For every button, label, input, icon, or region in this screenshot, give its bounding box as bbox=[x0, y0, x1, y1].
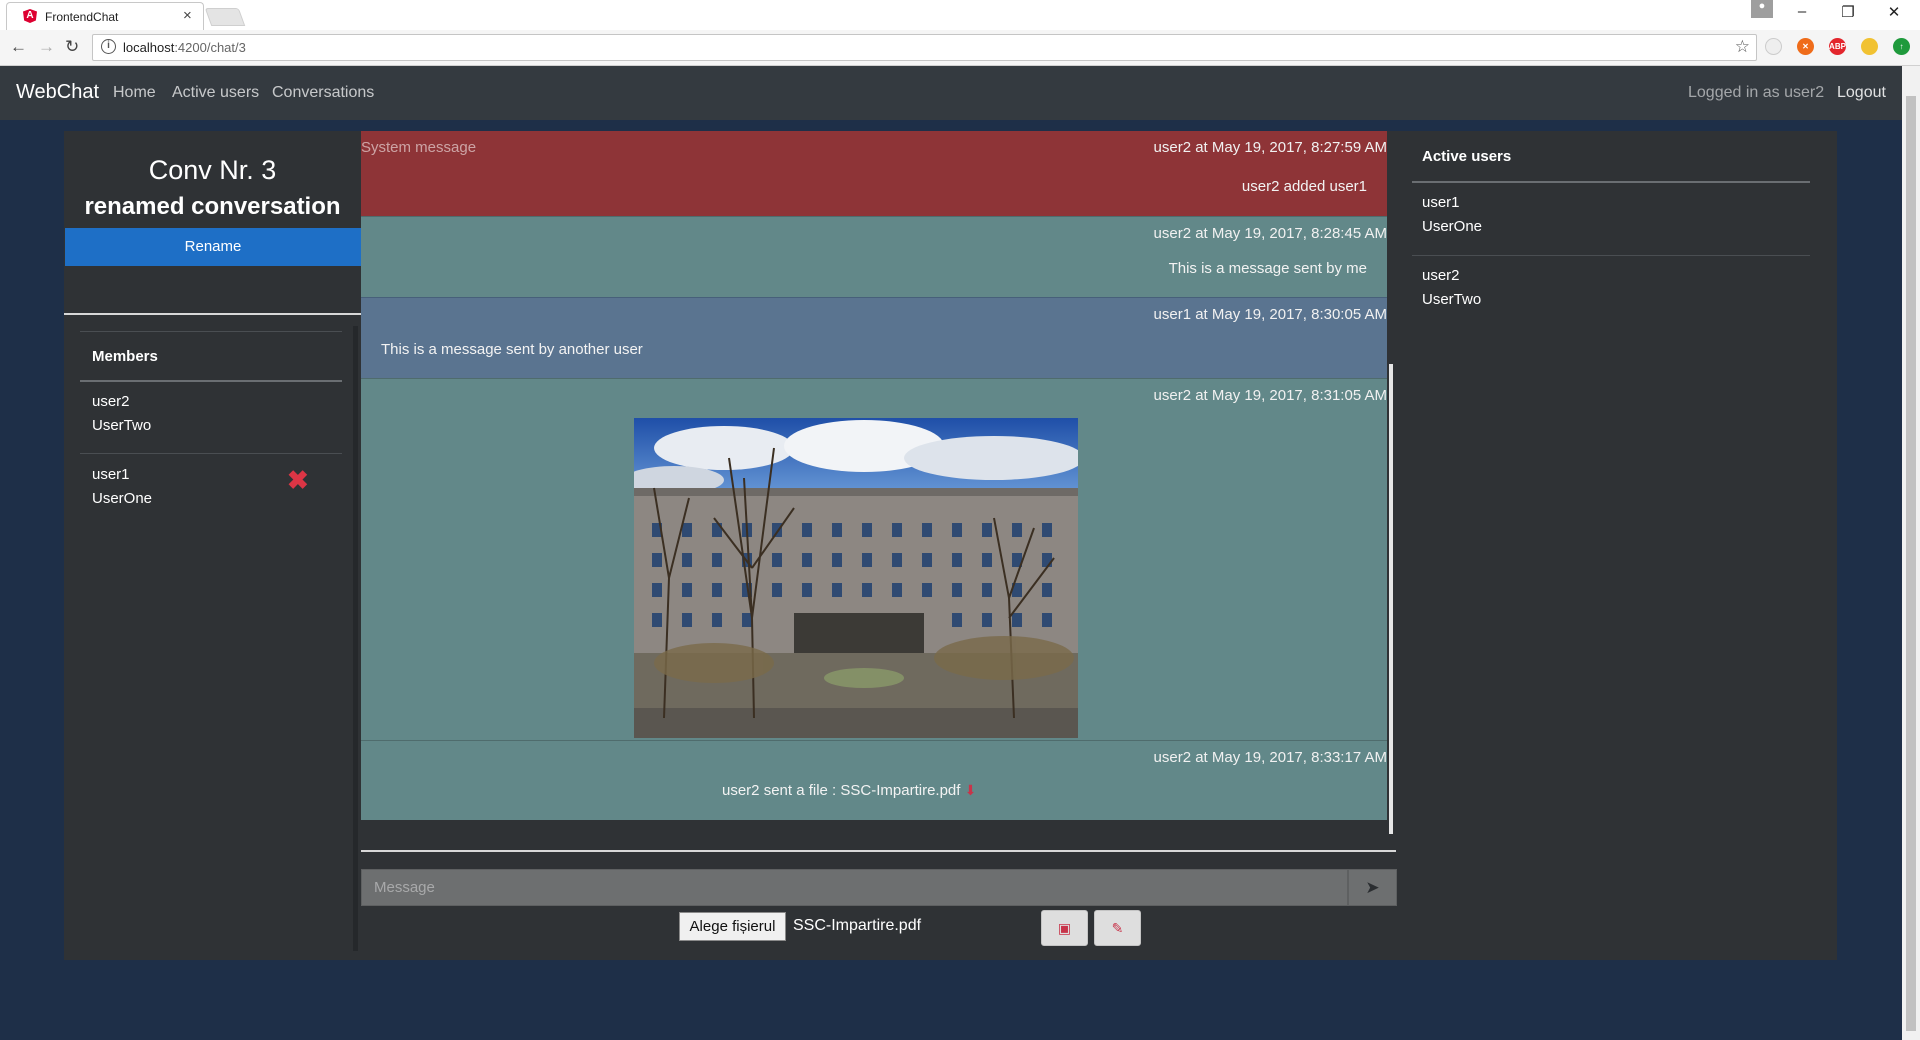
attach-file-button[interactable]: ✎ bbox=[1094, 910, 1141, 946]
chat-scrollbar[interactable] bbox=[1389, 364, 1393, 834]
user-display-name: UserOne bbox=[1422, 218, 1483, 235]
message-meta: user2 at May 19, 2017, 8:27:59 AM bbox=[1153, 139, 1387, 156]
tab-title: FrontendChat bbox=[45, 10, 119, 24]
image-message: user2 at May 19, 2017, 8:31:05 AM bbox=[361, 378, 1387, 740]
user-username: user1 bbox=[1422, 194, 1460, 211]
message-text: user2 added user1 bbox=[1241, 178, 1367, 195]
extension-icon-2[interactable]: ✕ bbox=[1797, 38, 1814, 55]
message-meta: user1 at May 19, 2017, 8:30:05 AM bbox=[1153, 306, 1387, 323]
member-display-name: UserTwo bbox=[92, 417, 152, 434]
send-image-button[interactable]: ▣ bbox=[1041, 910, 1088, 946]
active-users-panel: Active users user1 UserOne user2 UserTwo bbox=[1396, 131, 1837, 960]
bookmark-star-icon[interactable]: ☆ bbox=[1735, 37, 1750, 57]
back-icon[interactable]: ← bbox=[10, 37, 27, 57]
message-text: This is a message sent by me bbox=[1168, 260, 1367, 277]
active-user-item[interactable]: user1 UserOne bbox=[1422, 191, 1802, 239]
message-image[interactable] bbox=[634, 418, 1078, 738]
forward-icon[interactable]: → bbox=[38, 37, 55, 57]
restore-icon[interactable]: ❐ bbox=[1833, 3, 1863, 21]
building-photo bbox=[634, 418, 1078, 738]
browser-tab-bar: A FrontendChat × ● – ❐ ✕ bbox=[0, 0, 1920, 30]
angular-favicon-icon: A bbox=[23, 9, 37, 23]
paperclip-icon: ✎ bbox=[1111, 920, 1124, 936]
url-host: localhost bbox=[123, 40, 175, 55]
app-navbar: WebChat Home Active users Conversations … bbox=[0, 66, 1902, 120]
divider bbox=[80, 380, 342, 382]
divider bbox=[1412, 255, 1810, 256]
rename-button[interactable]: Rename bbox=[65, 228, 361, 266]
active-users-heading: Active users bbox=[1422, 148, 1512, 165]
remove-member-icon[interactable]: ✖ bbox=[287, 465, 309, 496]
active-user-item[interactable]: user2 UserTwo bbox=[1422, 264, 1802, 312]
url-path: :4200/chat/3 bbox=[174, 40, 246, 55]
new-tab-button[interactable] bbox=[204, 8, 246, 26]
send-button[interactable]: ➤ bbox=[1348, 869, 1397, 906]
minimize-icon[interactable]: – bbox=[1787, 3, 1817, 20]
nav-active-users[interactable]: Active users bbox=[172, 84, 259, 102]
url-field[interactable]: i localhost:4200/chat/3 ☆ bbox=[92, 34, 1757, 61]
user-username: user2 bbox=[1422, 267, 1460, 284]
profile-icon[interactable]: ● bbox=[1751, 0, 1773, 18]
nav-conversations[interactable]: Conversations bbox=[272, 84, 374, 102]
message-meta: user2 at May 19, 2017, 8:28:45 AM bbox=[1153, 225, 1387, 242]
divider bbox=[64, 313, 361, 315]
file-message: user2 at May 19, 2017, 8:33:17 AM user2 … bbox=[361, 740, 1387, 820]
info-icon[interactable]: i bbox=[101, 39, 116, 54]
message-meta: user2 at May 19, 2017, 8:31:05 AM bbox=[1153, 387, 1387, 404]
divider bbox=[361, 850, 1396, 852]
divider bbox=[80, 453, 342, 454]
extension-icon-3[interactable] bbox=[1861, 38, 1878, 55]
system-message-label: System message bbox=[361, 139, 477, 156]
reload-icon[interactable]: ↻ bbox=[65, 37, 79, 57]
page-scrollbar-thumb[interactable] bbox=[1906, 96, 1916, 1031]
address-bar: ← → ↻ i localhost:4200/chat/3 ☆ ✕ ABP ↑ bbox=[0, 30, 1920, 66]
member-username: user2 bbox=[92, 393, 130, 410]
message-text: user2 sent a file : SSC-Impartire.pdf bbox=[722, 782, 961, 799]
nav-home[interactable]: Home bbox=[113, 84, 156, 102]
chat-area: System message user2 at May 19, 2017, 8:… bbox=[361, 131, 1397, 960]
brand-logo[interactable]: WebChat bbox=[16, 81, 99, 104]
extension-icon-1[interactable] bbox=[1765, 38, 1782, 55]
adblock-icon[interactable]: ABP bbox=[1829, 38, 1846, 55]
conversation-panel: Conv Nr. 3 renamed conversation Rename M… bbox=[64, 131, 361, 960]
divider bbox=[80, 331, 342, 332]
conversation-name: renamed conversation bbox=[84, 193, 341, 220]
other-message: user1 at May 19, 2017, 8:30:05 AM This i… bbox=[361, 297, 1387, 378]
logged-in-status: Logged in as user2 bbox=[1688, 84, 1825, 101]
system-message: System message user2 at May 19, 2017, 8:… bbox=[361, 131, 1387, 216]
divider bbox=[1412, 181, 1810, 183]
send-icon: ➤ bbox=[1365, 878, 1380, 897]
members-scrollbar[interactable] bbox=[353, 326, 358, 951]
extension-icon-4[interactable]: ↑ bbox=[1893, 38, 1910, 55]
member-item: user2 UserTwo bbox=[92, 390, 332, 438]
download-icon[interactable]: ⬇ bbox=[965, 782, 977, 798]
chat-container: Conv Nr. 3 renamed conversation Rename M… bbox=[64, 131, 1837, 960]
message-meta: user2 at May 19, 2017, 8:33:17 AM bbox=[1153, 749, 1387, 766]
message-text: This is a message sent by another user bbox=[381, 341, 643, 358]
members-heading: Members bbox=[92, 348, 158, 365]
logout-link[interactable]: Logout bbox=[1837, 84, 1886, 102]
message-input[interactable] bbox=[361, 869, 1348, 906]
close-window-icon[interactable]: ✕ bbox=[1879, 3, 1909, 21]
image-file-icon: ▣ bbox=[1057, 920, 1072, 936]
conversation-title: Conv Nr. 3 bbox=[148, 155, 277, 185]
own-message: user2 at May 19, 2017, 8:28:45 AM This i… bbox=[361, 216, 1387, 297]
user-display-name: UserTwo bbox=[1422, 291, 1482, 308]
page-scrollbar[interactable] bbox=[1902, 66, 1920, 1040]
choose-file-button[interactable]: Alege fișierul bbox=[679, 912, 786, 941]
tab-close-icon[interactable]: × bbox=[183, 7, 192, 24]
browser-tab[interactable]: A FrontendChat × bbox=[6, 2, 204, 30]
selected-file-name: SSC-Impartire.pdf bbox=[793, 917, 922, 934]
